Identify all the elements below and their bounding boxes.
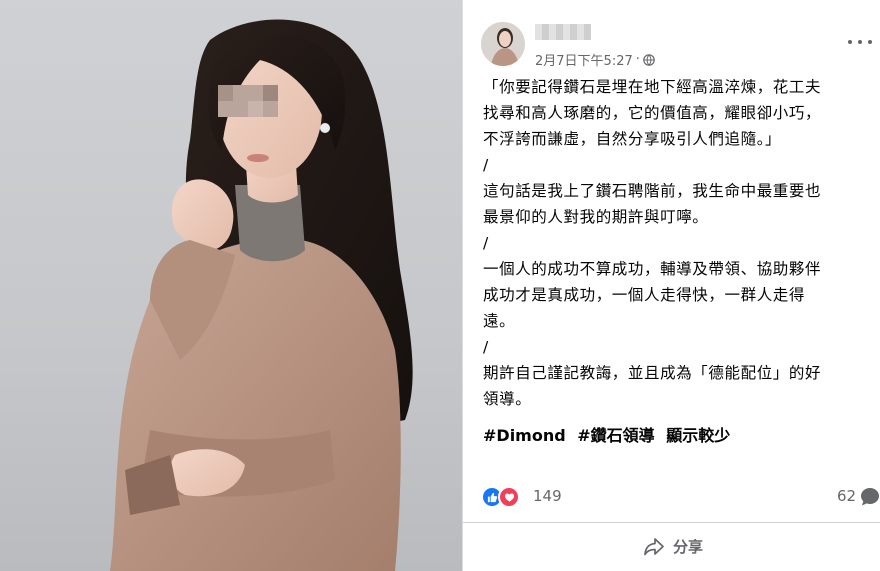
share-arrow-icon	[644, 537, 664, 555]
share-label: 分享	[673, 538, 704, 556]
reaction-icons[interactable]	[481, 486, 520, 508]
post-panel: 2月7日下午5:27 · 「你要記得鑽石是埋在地下經高溫淬煉，花工夫 找尋和高人…	[463, 0, 880, 571]
comment-count[interactable]: 62	[837, 487, 856, 505]
post-paragraph: /	[483, 234, 489, 252]
hashtag-row: #Dimond #鑽石領導 顯示較少	[483, 422, 736, 446]
post-paragraph: 「你要記得鑽石是埋在地下經高溫淬煉，花工夫 找尋和高人琢磨的，它的價值高，耀眼卻…	[483, 78, 822, 148]
post-photo[interactable]	[0, 0, 462, 571]
woman-portrait-image	[110, 19, 413, 571]
post-paragraph: 這句話是我上了鑽石聘階前，我生命中最重要也 最景仰的人對我的期許與叮嚀。	[483, 182, 822, 226]
post-paragraph: 一個人的成功不算成功，輔導及帶領、協助夥伴 成功才是真成功，一個人走得快，一群人…	[483, 260, 822, 330]
reaction-count[interactable]: 149	[533, 487, 562, 505]
action-divider	[463, 522, 880, 523]
more-options-icon[interactable]	[848, 32, 872, 52]
post-paragraph: 期許自己謹記教誨，並且成為「德能配位」的好 領導。	[483, 364, 822, 408]
post-paragraph: /	[483, 156, 489, 174]
share-button[interactable]: 分享	[643, 536, 703, 557]
meta-separator: ·	[635, 52, 640, 67]
hashtag-link[interactable]: #Dimond	[483, 426, 566, 445]
author-avatar[interactable]	[481, 22, 525, 66]
post-paragraph: /	[483, 338, 489, 356]
love-icon	[498, 486, 520, 508]
reactions-bar: 149 62	[481, 486, 880, 508]
hashtag-link[interactable]: #鑽石領導	[577, 426, 654, 445]
post-body: 「你要記得鑽石是埋在地下經高溫淬煉，花工夫 找尋和高人琢磨的，它的價值高，耀眼卻…	[483, 74, 873, 412]
post-timestamp[interactable]: 2月7日下午5:27	[535, 50, 633, 69]
author-name-redacted[interactable]	[535, 24, 591, 40]
see-less-link[interactable]: 顯示較少	[666, 426, 730, 445]
post-meta: 2月7日下午5:27 ·	[535, 50, 655, 69]
comment-bubble-icon[interactable]	[859, 486, 880, 508]
post-header: 2月7日下午5:27 ·	[481, 18, 876, 70]
globe-icon[interactable]	[643, 53, 655, 66]
